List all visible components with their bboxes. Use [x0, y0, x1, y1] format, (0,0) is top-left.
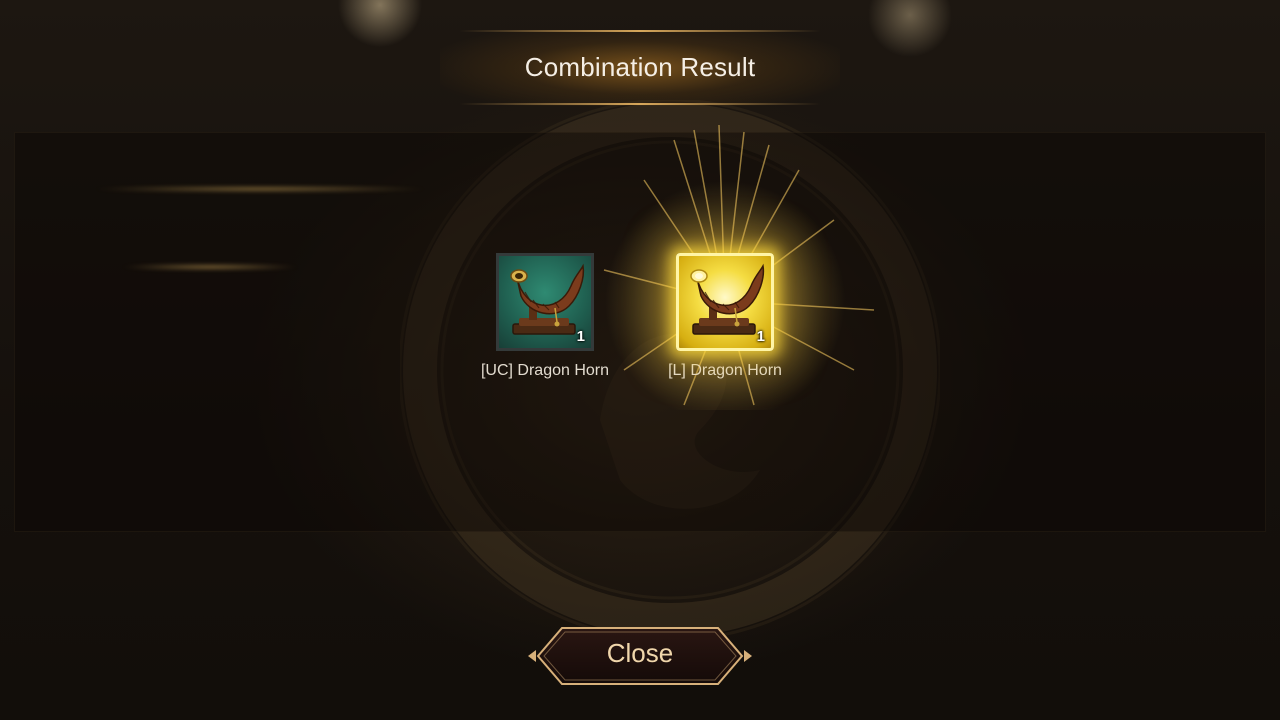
item-count: 1 [576, 328, 585, 345]
result-item-legendary[interactable]: 1 [L] Dragon Horn [635, 253, 815, 380]
result-item-uncommon[interactable]: 1 [UC] Dragon Horn [455, 253, 635, 380]
light-streak [90, 186, 430, 192]
close-button[interactable]: Close [528, 624, 752, 688]
light-streak [120, 264, 300, 270]
item-count: 1 [756, 328, 765, 345]
item-slot[interactable]: 1 [676, 253, 774, 351]
item-slot[interactable]: 1 [496, 253, 594, 351]
header-divider-top [460, 30, 820, 32]
close-button-label: Close [606, 638, 674, 668]
dialog-header: Combination Result [440, 30, 840, 106]
item-name: [L] Dragon Horn [668, 362, 782, 379]
dialog-title: Combination Result [524, 52, 756, 82]
header-divider-bottom [460, 103, 820, 105]
item-name: [UC] Dragon Horn [480, 362, 610, 379]
